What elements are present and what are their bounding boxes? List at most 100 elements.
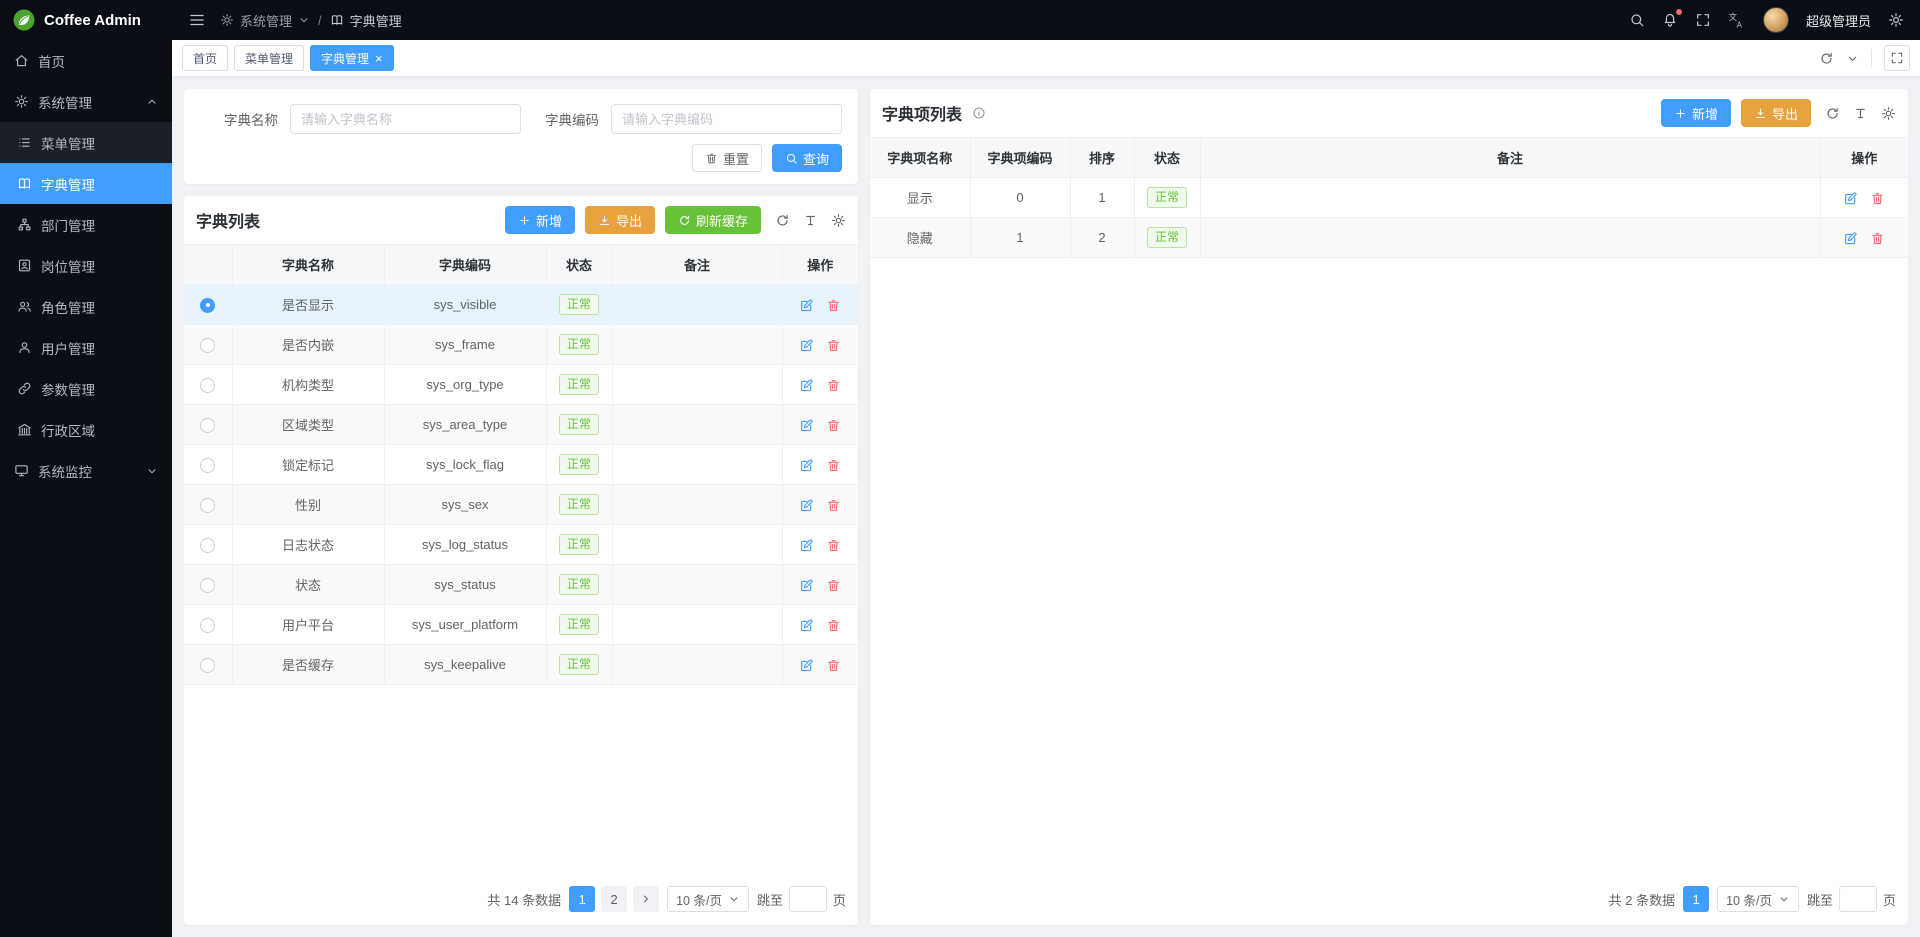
edit-icon[interactable] <box>1843 191 1858 206</box>
sidebar-item-param-management[interactable]: 参数管理 <box>0 368 172 409</box>
row-radio[interactable] <box>200 338 215 353</box>
row-radio[interactable] <box>200 498 215 513</box>
username[interactable]: 超级管理员 <box>1806 11 1871 30</box>
next-page-button[interactable] <box>633 886 659 912</box>
delete-icon[interactable] <box>826 578 841 593</box>
dict-table-row[interactable]: 区域类型sys_area_type正常 <box>184 405 858 445</box>
delete-icon[interactable] <box>826 618 841 633</box>
tab-menu-management[interactable]: 菜单管理 <box>234 45 304 71</box>
page-size-value: 10 条/页 <box>1726 890 1772 909</box>
delete-icon[interactable] <box>826 338 841 353</box>
column-settings-gear-icon[interactable] <box>1881 106 1896 121</box>
page-button-1[interactable]: 1 <box>569 886 595 912</box>
row-radio[interactable] <box>200 458 215 473</box>
sidebar-item-home[interactable]: 首页 <box>0 40 172 81</box>
delete-icon[interactable] <box>1870 231 1885 246</box>
search-icon[interactable] <box>1629 12 1645 28</box>
edit-icon[interactable] <box>799 298 814 313</box>
dict-table-row[interactable]: 是否缓存sys_keepalive正常 <box>184 645 858 685</box>
text-size-icon[interactable] <box>1853 106 1868 121</box>
edit-icon[interactable] <box>799 658 814 673</box>
page-button-2[interactable]: 2 <box>601 886 627 912</box>
delete-icon[interactable] <box>826 418 841 433</box>
dict-table-row[interactable]: 锁定标记sys_lock_flag正常 <box>184 445 858 485</box>
dict-item-row[interactable]: 隐藏12正常 <box>870 218 1908 258</box>
user-avatar[interactable] <box>1763 7 1789 33</box>
delete-icon[interactable] <box>826 538 841 553</box>
sidebar-item-dept-management[interactable]: 部门管理 <box>0 204 172 245</box>
sidebar-item-role-management[interactable]: 角色管理 <box>0 286 172 327</box>
refresh-table-icon[interactable] <box>1825 106 1840 121</box>
close-tab-icon[interactable]: × <box>375 52 383 65</box>
page-button-1[interactable]: 1 <box>1683 886 1709 912</box>
settings-gear-icon[interactable] <box>1888 12 1904 28</box>
refresh-page-icon[interactable] <box>1819 51 1834 66</box>
row-radio[interactable] <box>200 298 215 313</box>
dict-table-row[interactable]: 用户平台sys_user_platform正常 <box>184 605 858 645</box>
export-dict-button[interactable]: 导出 <box>585 206 655 234</box>
row-radio[interactable] <box>200 378 215 393</box>
row-radio[interactable] <box>200 578 215 593</box>
edit-icon[interactable] <box>799 578 814 593</box>
dict-table-row[interactable]: 日志状态sys_log_status正常 <box>184 525 858 565</box>
dict-item-row[interactable]: 显示01正常 <box>870 178 1908 218</box>
text-size-icon[interactable] <box>803 213 818 228</box>
jump-page-input[interactable] <box>789 886 827 912</box>
row-radio[interactable] <box>200 418 215 433</box>
reset-button[interactable]: 重置 <box>692 144 762 172</box>
dict-code-input[interactable] <box>611 104 842 134</box>
edit-icon[interactable] <box>799 538 814 553</box>
dict-table-row[interactable]: 是否内嵌sys_frame正常 <box>184 325 858 365</box>
sidebar-group-system-management[interactable]: 系统管理 <box>0 81 172 122</box>
edit-icon[interactable] <box>1843 231 1858 246</box>
edit-icon[interactable] <box>799 618 814 633</box>
dict-table-row[interactable]: 是否显示sys_visible正常 <box>184 285 858 325</box>
dict-table-row[interactable]: 性别sys_sex正常 <box>184 485 858 525</box>
breadcrumb-parent[interactable]: 系统管理 <box>240 11 292 30</box>
tab-dict-management[interactable]: 字典管理× <box>310 45 394 71</box>
notifications-bell-icon[interactable] <box>1662 12 1678 28</box>
fullscreen-content-icon[interactable] <box>1884 45 1910 71</box>
delete-icon[interactable] <box>826 658 841 673</box>
column-settings-gear-icon[interactable] <box>831 213 846 228</box>
edit-icon[interactable] <box>799 498 814 513</box>
delete-icon[interactable] <box>826 498 841 513</box>
edit-icon[interactable] <box>799 378 814 393</box>
edit-icon[interactable] <box>799 458 814 473</box>
page-size-select[interactable]: 10 条/页 <box>1717 886 1799 912</box>
info-icon[interactable] <box>972 106 986 120</box>
row-radio[interactable] <box>200 538 215 553</box>
delete-icon[interactable] <box>1870 191 1885 206</box>
tabs-menu-chevron-icon[interactable] <box>1846 52 1859 65</box>
refresh-cache-button[interactable]: 刷新缓存 <box>665 206 761 234</box>
row-radio[interactable] <box>200 618 215 633</box>
sidebar-item-user-management[interactable]: 用户管理 <box>0 327 172 368</box>
edit-icon[interactable] <box>799 338 814 353</box>
chevron-down-icon[interactable] <box>298 14 310 26</box>
dict-table-row[interactable]: 机构类型sys_org_type正常 <box>184 365 858 405</box>
sidebar-group-system-monitor[interactable]: 系统监控 <box>0 450 172 491</box>
export-dict-items-button[interactable]: 导出 <box>1741 99 1811 127</box>
query-button[interactable]: 查询 <box>772 144 842 172</box>
delete-icon[interactable] <box>826 458 841 473</box>
sidebar-item-region-management[interactable]: 行政区域 <box>0 409 172 450</box>
row-radio[interactable] <box>200 658 215 673</box>
app-logo[interactable]: Coffee Admin <box>0 0 172 40</box>
sidebar-item-dict-management[interactable]: 字典管理 <box>0 163 172 204</box>
add-dict-item-button[interactable]: 新增 <box>1661 99 1731 127</box>
refresh-table-icon[interactable] <box>775 213 790 228</box>
delete-icon[interactable] <box>826 378 841 393</box>
delete-icon[interactable] <box>826 298 841 313</box>
add-dict-button[interactable]: 新增 <box>505 206 575 234</box>
dict-name-input[interactable] <box>290 104 521 134</box>
sidebar-item-menu-management[interactable]: 菜单管理 <box>0 122 172 163</box>
fullscreen-icon[interactable] <box>1695 12 1711 28</box>
edit-icon[interactable] <box>799 418 814 433</box>
language-switch-icon[interactable] <box>1728 11 1746 29</box>
collapse-sidebar-icon[interactable] <box>188 11 206 29</box>
dict-table-row[interactable]: 状态sys_status正常 <box>184 565 858 605</box>
jump-page-input[interactable] <box>1839 886 1877 912</box>
sidebar-item-post-management[interactable]: 岗位管理 <box>0 245 172 286</box>
page-size-select[interactable]: 10 条/页 <box>667 886 749 912</box>
tab-home[interactable]: 首页 <box>182 45 228 71</box>
